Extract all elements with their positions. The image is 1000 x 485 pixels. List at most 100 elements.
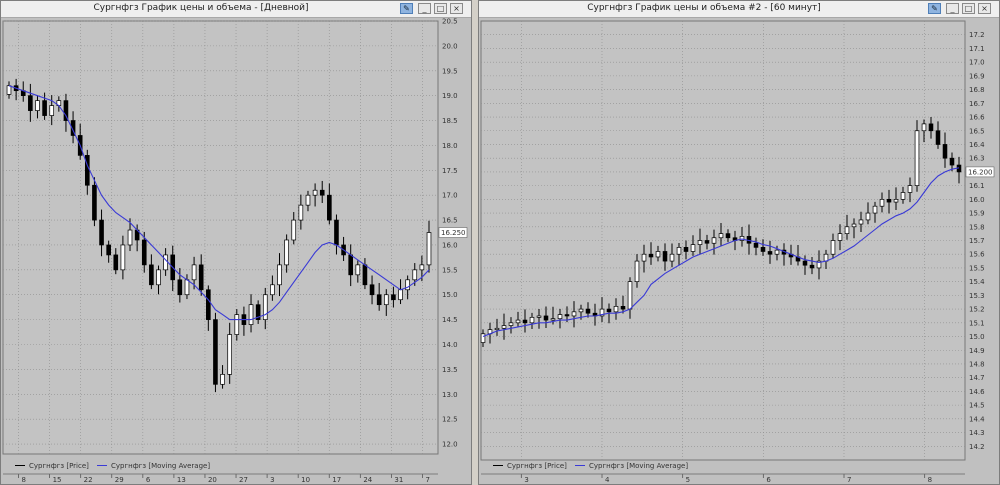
y-tick-label: 18.5: [442, 117, 458, 125]
candle-down: [543, 315, 549, 321]
last-price-label: 16.200: [968, 168, 993, 176]
y-tick-label: 17.2: [969, 31, 985, 39]
candle-up: [774, 249, 780, 255]
candle-down: [564, 314, 570, 317]
chart-window-hourly[interactable]: Сургнфгз График цены и объема #2 - [60 м…: [478, 0, 1000, 485]
candle-up: [501, 325, 507, 329]
x-tick-label: 29: [115, 476, 124, 484]
x-tick-label: 3: [270, 476, 274, 484]
y-tick-label: 16.5: [442, 217, 458, 225]
x-tick-label: 10: [301, 476, 310, 484]
y-tick-label: 15.5: [442, 266, 458, 274]
x-tick-label: 15: [53, 476, 62, 484]
candle-down: [206, 289, 211, 320]
x-tick-label: 6: [146, 476, 151, 484]
y-tick-label: 17.5: [442, 167, 458, 175]
maximize-button[interactable]: □: [434, 3, 447, 14]
candle-up: [718, 233, 724, 239]
candle-down: [141, 239, 147, 266]
minimize-button[interactable]: _: [418, 3, 431, 14]
y-tick-label: 18.0: [442, 142, 458, 150]
y-tick-label: 13.0: [442, 391, 458, 399]
minimize-button[interactable]: _: [946, 3, 959, 14]
x-tick-label: 4: [605, 476, 610, 484]
y-tick-label: 16.3: [969, 155, 985, 163]
candle-up: [837, 233, 843, 241]
candle-down: [802, 260, 808, 266]
candle-down: [198, 264, 204, 291]
candle-up: [508, 322, 514, 326]
candle-up: [156, 269, 161, 286]
price-chart-daily[interactable]: 12.0 12.5 13.0 13.5 14.0 14.5 15.0 15.5 16.0 16.5…: [1, 18, 471, 484]
y-tick-label: 15.1: [969, 319, 985, 327]
y-tick-label: 16.7: [969, 100, 985, 108]
y-tick-label: 15.0: [442, 291, 458, 299]
y-tick-label: 15.9: [969, 210, 985, 218]
candle-up: [291, 219, 297, 241]
candle-up: [879, 198, 885, 207]
candle-up: [383, 294, 389, 306]
x-tick-label: 20: [208, 476, 217, 484]
candle-up: [398, 289, 403, 301]
candle-down: [809, 264, 815, 269]
candle-up: [163, 254, 168, 271]
candle-up: [120, 244, 126, 271]
legend-ma: Сургнфгз [Moving Average]: [589, 462, 688, 470]
candle-down: [753, 242, 759, 248]
y-tick-label: 14.3: [969, 429, 985, 437]
y-tick-label: 14.8: [969, 360, 985, 368]
title-bar[interactable]: Сургнфгз График цены и объема - [Дневной…: [1, 1, 471, 18]
candle-down: [319, 189, 325, 196]
candle-up: [277, 264, 282, 286]
candle-up: [571, 311, 577, 317]
maximize-button[interactable]: □: [962, 3, 975, 14]
close-button[interactable]: ×: [450, 3, 463, 14]
candle-up: [494, 327, 500, 331]
y-tick-label: 14.5: [969, 402, 985, 410]
x-tick-label: 7: [847, 476, 851, 484]
close-button[interactable]: ×: [978, 3, 991, 14]
candle-up: [921, 123, 927, 132]
x-tick-label: 22: [84, 476, 93, 484]
y-tick-label: 16.1: [969, 182, 985, 190]
candle-up: [529, 316, 535, 324]
chart-window-daily[interactable]: Сургнфгз График цены и объема - [Дневной…: [0, 0, 472, 485]
candle-up: [480, 333, 486, 343]
y-tick-label: 14.6: [969, 388, 985, 396]
candle-down: [113, 254, 119, 271]
candle-up: [872, 205, 878, 214]
x-tick-label: 24: [363, 476, 372, 484]
last-price-label: 16.250: [441, 229, 466, 237]
candle-up: [676, 247, 682, 255]
y-tick-label: 13.5: [442, 366, 458, 374]
candle-down: [327, 194, 332, 221]
candle-up: [858, 219, 864, 225]
candle-down: [213, 319, 218, 385]
candle-up: [830, 240, 836, 255]
candle-up: [711, 237, 717, 244]
pin-icon[interactable]: ✎: [400, 3, 413, 14]
x-tick-label: 17: [332, 476, 341, 484]
candle-up: [515, 319, 521, 324]
title-bar[interactable]: Сургнфгз График цены и объема #2 - [60 м…: [479, 1, 999, 18]
candle-down: [606, 308, 612, 313]
candle-up: [220, 374, 225, 385]
pin-icon[interactable]: ✎: [928, 3, 941, 14]
y-tick-label: 14.7: [969, 374, 985, 382]
y-tick-label: 16.6: [969, 114, 985, 122]
candle-down: [648, 253, 654, 258]
candle-down: [942, 144, 948, 159]
candle-down: [177, 279, 183, 296]
candle-up: [900, 192, 906, 200]
candle-down: [106, 244, 111, 256]
candle-up: [865, 212, 871, 221]
y-tick-label: 14.4: [969, 415, 985, 423]
y-tick-label: 12.0: [442, 441, 458, 449]
candle-down: [149, 264, 154, 286]
candle-up: [426, 232, 432, 266]
price-chart-hourly[interactable]: 14.2 14.3 14.4 14.5 14.6 14.7 14.8 14.9 15.0 15.1…: [479, 18, 999, 484]
candle-up: [627, 281, 633, 310]
y-tick-label: 14.2: [969, 443, 985, 451]
candle-down: [935, 130, 941, 145]
candle-up: [284, 239, 289, 266]
